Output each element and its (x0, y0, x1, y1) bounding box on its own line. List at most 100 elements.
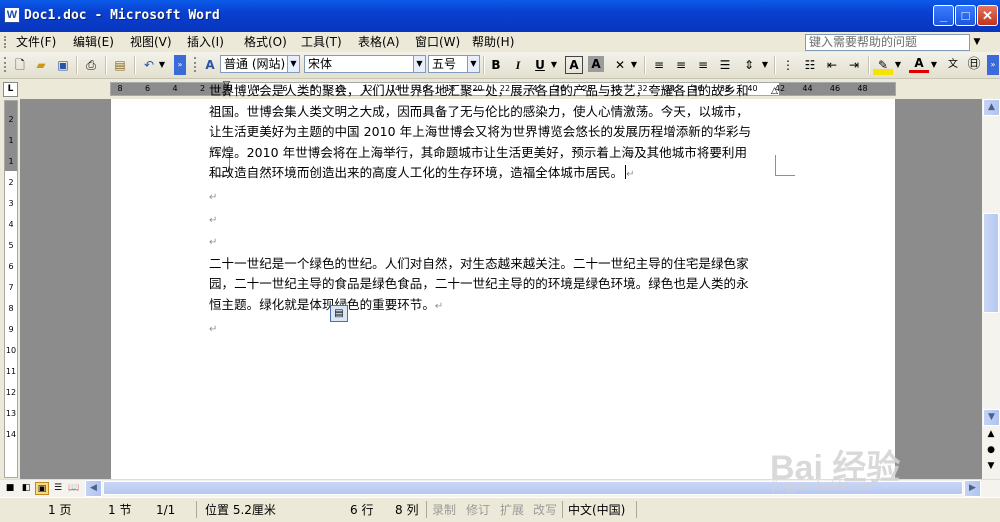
scaling-dropdown-icon[interactable]: ▼ (629, 55, 639, 75)
line-spacing-dropdown-icon[interactable]: ▼ (760, 55, 770, 75)
paragraph-text: 世界博览会是人类的聚会，人们从世界各地汇聚一处，展示各自的产品与技艺，夸耀各自的… (209, 83, 752, 181)
outline-view-icon[interactable]: ☰ (51, 482, 65, 495)
empty-paragraph[interactable]: ↵ (209, 231, 757, 254)
toolbar-grip[interactable] (4, 57, 9, 72)
styles-icon[interactable]: A (200, 55, 220, 75)
status-overtype[interactable]: 改写 (533, 502, 557, 518)
empty-paragraph[interactable]: ↵ (209, 186, 757, 209)
bullets-icon[interactable]: ☷ (800, 55, 820, 75)
chevron-down-icon[interactable]: ▼ (467, 56, 479, 72)
ruler-number: 44 (802, 84, 813, 93)
scroll-left-icon[interactable]: ◀ (85, 480, 102, 497)
right-indent-marker[interactable]: △ (771, 87, 778, 96)
paste-icon[interactable]: ▤ (110, 55, 130, 75)
print-layout-view-icon[interactable]: ▣ (35, 482, 49, 495)
scroll-right-icon[interactable]: ▶ (964, 480, 981, 497)
status-bar: 1 页 1 节 1/1 位置 5.2厘米 6 行 8 列 录制 修订 扩展 改写… (0, 497, 1000, 522)
vertical-ruler-number: 12 (5, 388, 17, 397)
title-bar: W Doc1.doc - Microsoft Word _ □ ✕ (0, 0, 1000, 32)
menu-view[interactable]: 视图(V) (130, 34, 172, 50)
toolbar-grip[interactable] (194, 57, 199, 72)
font-color-dropdown-icon[interactable]: ▼ (929, 55, 939, 75)
toolbar-options-icon[interactable]: » (174, 55, 186, 75)
character-border-button[interactable]: A (565, 56, 583, 74)
italic-button[interactable]: I (508, 55, 528, 75)
highlight-dropdown-icon[interactable]: ▼ (893, 55, 903, 75)
toolbar-options-icon[interactable]: » (987, 55, 999, 75)
previous-page-icon[interactable]: ▲ (983, 429, 999, 443)
scroll-up-icon[interactable]: ▲ (983, 99, 1000, 116)
toolbar-separator (644, 56, 646, 74)
menu-tools[interactable]: 工具(T) (301, 34, 342, 50)
maximize-button[interactable]: □ (955, 5, 976, 26)
status-record-macro[interactable]: 录制 (432, 502, 456, 518)
tab-selector[interactable]: L (3, 82, 18, 97)
help-search-input[interactable]: 键入需要帮助的问题 (805, 34, 970, 51)
underline-dropdown-icon[interactable]: ▼ (549, 55, 559, 75)
chevron-down-icon[interactable]: ▼ (413, 56, 425, 72)
font-select[interactable]: 宋体 ▼ (304, 55, 426, 73)
menu-file[interactable]: 文件(F) (16, 34, 56, 50)
menu-bar: 文件(F) 编辑(E) 视图(V) 插入(I) 格式(O) 工具(T) 表格(A… (0, 32, 1000, 53)
menu-table[interactable]: 表格(A) (358, 34, 400, 50)
align-left-icon[interactable]: ≡ (649, 55, 669, 75)
close-button[interactable]: ✕ (977, 5, 998, 26)
character-scaling-icon[interactable]: ✕ (610, 55, 630, 75)
menu-insert[interactable]: 插入(I) (187, 34, 224, 50)
menu-format[interactable]: 格式(O) (244, 34, 287, 50)
enclose-characters-icon[interactable]: ㊐ (964, 55, 984, 75)
open-folder-icon[interactable]: ▰ (31, 55, 51, 75)
normal-view-icon[interactable]: ■ (3, 482, 17, 495)
help-dropdown-icon[interactable]: ▼ (970, 34, 984, 51)
justify-icon[interactable]: ☰ (715, 55, 735, 75)
save-icon[interactable]: ▣ (53, 55, 73, 75)
font-size-select[interactable]: 五号 ▼ (428, 55, 480, 73)
reading-layout-view-icon[interactable]: 📖 (67, 482, 81, 495)
align-right-icon[interactable]: ≡ (693, 55, 713, 75)
document-body[interactable]: 世界博览会是人类的聚会，人们从世界各地汇聚一处，展示各自的产品与技艺，夸耀各自的… (209, 81, 757, 340)
web-layout-view-icon[interactable]: ◧ (19, 482, 33, 495)
select-browse-object-icon[interactable]: ● (983, 445, 999, 459)
menu-edit[interactable]: 编辑(E) (73, 34, 114, 50)
minimize-button[interactable]: _ (933, 5, 954, 26)
style-select[interactable]: 普通 (网站) ▼ (220, 55, 300, 73)
next-page-icon[interactable]: ▼ (983, 461, 999, 475)
menu-help[interactable]: 帮助(H) (472, 34, 514, 50)
paragraph-mark: ↵ (209, 191, 218, 203)
undo-dropdown-icon[interactable]: ▼ (156, 55, 168, 75)
word-app-icon[interactable]: W (4, 7, 20, 23)
phonetic-guide-icon[interactable]: 文 (943, 55, 963, 75)
empty-paragraph[interactable]: ↵ (209, 318, 757, 341)
status-separator (426, 501, 427, 518)
chevron-down-icon[interactable]: ▼ (287, 56, 299, 72)
window-title: Doc1.doc - Microsoft Word (24, 8, 220, 23)
vertical-ruler-number: 4 (8, 220, 14, 229)
print-icon[interactable]: ⎙ (81, 55, 101, 75)
bold-button[interactable]: B (486, 55, 506, 75)
decrease-indent-icon[interactable]: ⇤ (822, 55, 842, 75)
paragraph-text: 二十一世纪是一个绿色的世纪。人们对自然，对生态越来越关注。二十一世纪主导的住宅是… (209, 255, 749, 312)
increase-indent-icon[interactable]: ⇥ (844, 55, 864, 75)
paragraph[interactable]: 世界博览会是人类的聚会，人们从世界各地汇聚一处，展示各自的产品与技艺，夸耀各自的… (209, 81, 757, 186)
line-spacing-icon[interactable]: ⇕ (739, 55, 759, 75)
status-track-changes[interactable]: 修订 (466, 502, 490, 518)
underline-button[interactable]: U (530, 55, 550, 75)
numbering-icon[interactable]: ⋮ (778, 55, 798, 75)
vertical-ruler[interactable]: 2 1 1 2 3 4 5 6 7 8 9 10 11 12 13 14 (4, 100, 18, 478)
new-document-icon[interactable]: 🗋 (10, 55, 30, 75)
highlight-icon[interactable]: ✎ (873, 55, 893, 75)
paste-options-icon[interactable]: ▤ (330, 305, 348, 322)
menu-window[interactable]: 窗口(W) (415, 34, 460, 50)
scroll-down-icon[interactable]: ▼ (983, 409, 1000, 426)
vertical-scrollbar[interactable]: ▲ ▼ ▲ ● ▼ (982, 99, 1000, 479)
character-shading-button[interactable]: A (588, 56, 604, 72)
vertical-ruler-number: 11 (5, 367, 17, 376)
paragraph[interactable]: 二十一世纪是一个绿色的世纪。人们对自然，对生态越来越关注。二十一世纪主导的住宅是… (209, 254, 757, 318)
status-extend-selection[interactable]: 扩展 (500, 502, 524, 518)
empty-paragraph[interactable]: ↵ (209, 209, 757, 232)
menubar-grip[interactable] (4, 36, 9, 48)
align-center-icon[interactable]: ≡ (671, 55, 691, 75)
vertical-ruler-number: 5 (8, 241, 14, 250)
font-color-button[interactable]: A (909, 55, 929, 73)
scroll-thumb[interactable] (983, 213, 999, 313)
